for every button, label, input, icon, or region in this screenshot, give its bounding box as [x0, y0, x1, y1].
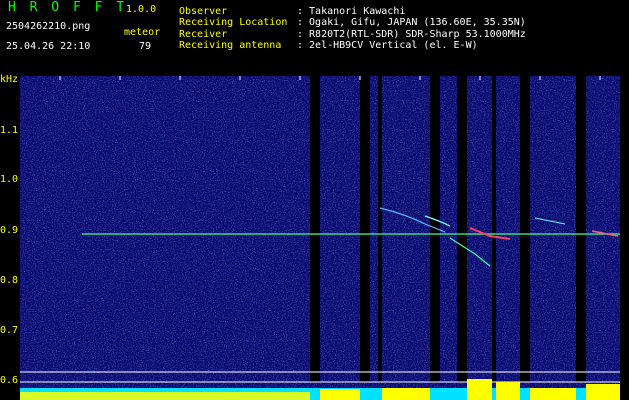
- info-value-location: : Ogaki, Gifu, JAPAN (136.60E, 35.35N): [297, 17, 526, 28]
- app-title: H R O F F T: [8, 0, 128, 15]
- y-tick-label: 1.0: [0, 174, 19, 185]
- spectrogram: [20, 76, 620, 400]
- y-tick-label: 1.1: [0, 125, 19, 136]
- y-tick-label: 0.6: [0, 375, 19, 386]
- info-value-antenna: : 2el-HB9CV Vertical (el. E-W): [297, 40, 478, 51]
- meteor-label: meteor: [124, 27, 161, 38]
- file-name: 2504262210.png: [6, 21, 91, 32]
- y-tick-label: 0.9: [0, 225, 19, 236]
- meteor-count: 79: [139, 41, 152, 52]
- app-version: 1.0.0: [126, 4, 157, 15]
- info-label-antenna: Receiving antenna: [179, 40, 282, 51]
- y-tick-label: 0.7: [0, 325, 19, 336]
- y-tick-label: 0.8: [0, 275, 19, 286]
- date-time: 25.04.26 22:10: [6, 41, 91, 52]
- info-label-location: Receiving Location: [179, 17, 288, 28]
- y-axis-unit: kHz: [0, 74, 19, 85]
- header-panel: H R O F F T 1.0.0 2504262210.png meteor …: [0, 0, 629, 72]
